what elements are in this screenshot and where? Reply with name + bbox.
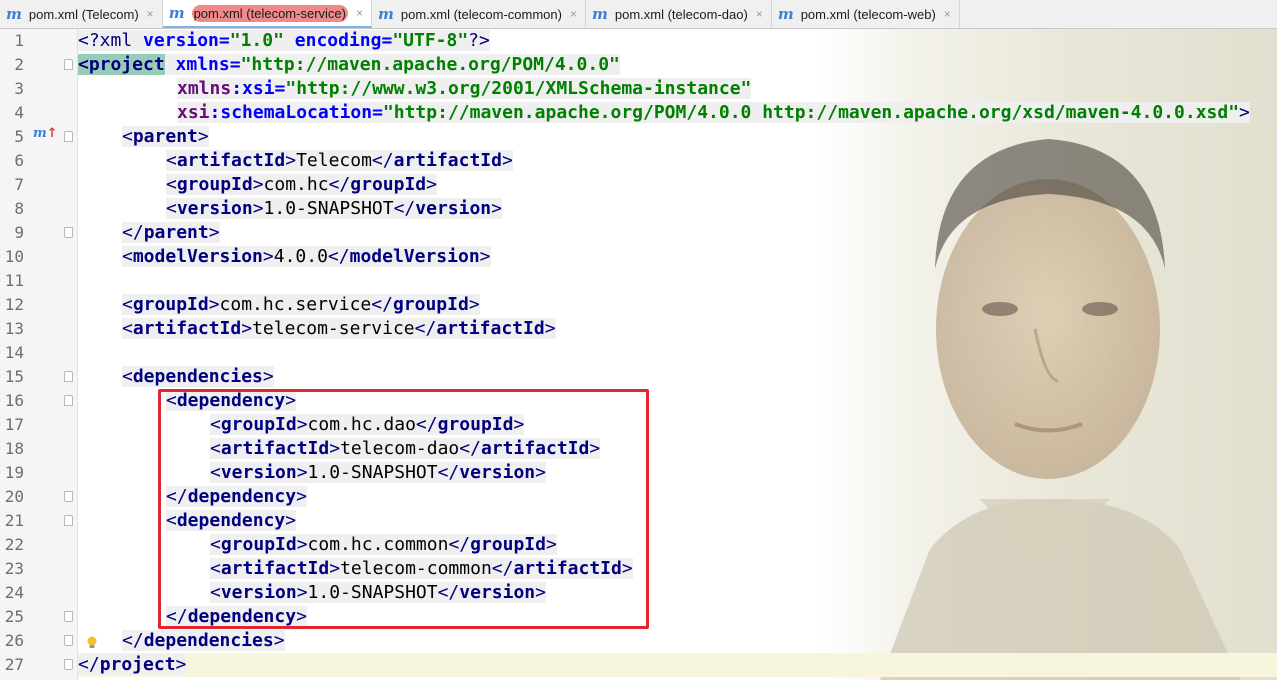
line-number: 7 [14,175,24,194]
line-number: 8 [14,199,24,218]
code-line: <version>1.0-SNAPSHOT</version> [166,198,502,219]
tab-label: pom.xml (telecom-service) [190,4,350,22]
line-number: 6 [14,151,24,170]
close-icon[interactable]: × [570,7,577,21]
line-number-gutter[interactable]: 1 2 3 4 5 m↑ 6 7 8 9 10 11 12 13 14 15 16… [0,29,78,680]
fold-icon[interactable] [64,659,73,670]
code-line: <?xml version="1.0" encoding="UTF-8"?> [78,30,490,51]
line-number: 13 [4,319,24,338]
maven-parent-icon[interactable]: m↑ [33,126,58,141]
line-number: 5 [14,127,24,146]
arrow-up-icon: ↑ [46,126,58,141]
code-editor[interactable]: <?xml version="1.0" encoding="UTF-8"?> <… [78,29,1277,680]
code-line: <dependencies> [122,366,274,387]
line-number: 26 [4,631,24,650]
line-number: 23 [4,559,24,578]
maven-icon: m [378,5,394,23]
line-number: 21 [4,511,24,530]
fold-icon[interactable] [64,611,73,622]
tab-label-text: pom.xml (telecom-service) [191,4,348,22]
tab-pom-telecom-service[interactable]: m pom.xml (telecom-service) × [162,0,372,28]
code-line: <groupId>com.hc</groupId> [166,174,437,195]
tab-label: pom.xml (telecom-common) [400,6,562,22]
line-number: 14 [4,343,24,362]
line-number: 3 [14,79,24,98]
code-line: </project> [78,654,187,675]
maven-icon: m [591,5,608,23]
tab-label: pom.xml (Telecom) [28,6,139,22]
background-portrait-image [820,29,1277,680]
fold-icon[interactable] [64,635,73,646]
code-line: <parent> [122,126,209,147]
line-number: 18 [4,439,24,458]
tab-label: pom.xml (telecom-dao) [614,6,748,22]
line-number: 2 [14,55,24,74]
line-number: 27 [4,655,24,674]
close-icon[interactable]: × [356,6,363,20]
code-line: <modelVersion>4.0.0</modelVersion> [122,246,491,267]
line-number: 12 [4,295,24,314]
line-number: 24 [4,583,24,602]
fold-icon[interactable] [64,227,73,238]
code-line: xsi:schemaLocation="http://maven.apache.… [177,102,1250,123]
fold-icon[interactable] [64,491,73,502]
code-line: <groupId>com.hc.service</groupId> [122,294,480,315]
line-number: 4 [14,103,24,122]
line-number: 15 [4,367,24,386]
code-line: <artifactId>telecom-service</artifactId> [122,318,556,339]
maven-icon: m [777,5,794,23]
close-icon[interactable]: × [944,7,951,21]
line-number: 22 [4,535,24,554]
code-line: <project xmlns="http://maven.apache.org/… [78,54,620,75]
line-number: 19 [4,463,24,482]
editor-tab-bar: m pom.xml (Telecom) × m pom.xml (telecom… [0,0,1277,29]
code-line: </parent> [122,222,220,243]
maven-icon: m [168,4,185,22]
fold-icon[interactable] [64,371,73,382]
line-number: 20 [4,487,24,506]
line-number: 11 [4,271,24,290]
close-icon[interactable]: × [756,7,763,21]
tab-pom-telecom-common[interactable]: m pom.xml (telecom-common) × [372,0,586,28]
maven-icon: m [6,5,22,23]
line-number: 1 [14,31,24,50]
tab-label: pom.xml (telecom-web) [800,6,936,22]
line-number: 25 [4,607,24,626]
code-line: <artifactId>Telecom</artifactId> [166,150,513,171]
fold-icon[interactable] [64,515,73,526]
fold-icon[interactable] [64,59,73,70]
tab-pom-telecom-dao[interactable]: m pom.xml (telecom-dao) × [586,0,772,28]
tab-pom-telecom-web[interactable]: m pom.xml (telecom-web) × [772,0,960,28]
code-line: </dependencies> [122,630,285,651]
code-line: xmlns:xsi="http://www.w3.org/2001/XMLSch… [177,78,752,99]
fold-icon[interactable] [64,395,73,406]
fold-icon[interactable] [64,131,73,142]
current-line-highlight [78,653,1277,677]
close-icon[interactable]: × [147,7,154,21]
line-number: 17 [4,415,24,434]
tab-pom-telecom[interactable]: m pom.xml (Telecom) × [0,0,163,28]
line-number: 9 [14,223,24,242]
line-number: 16 [4,391,24,410]
line-number: 10 [4,247,24,266]
dependency-highlight-box [158,389,649,629]
